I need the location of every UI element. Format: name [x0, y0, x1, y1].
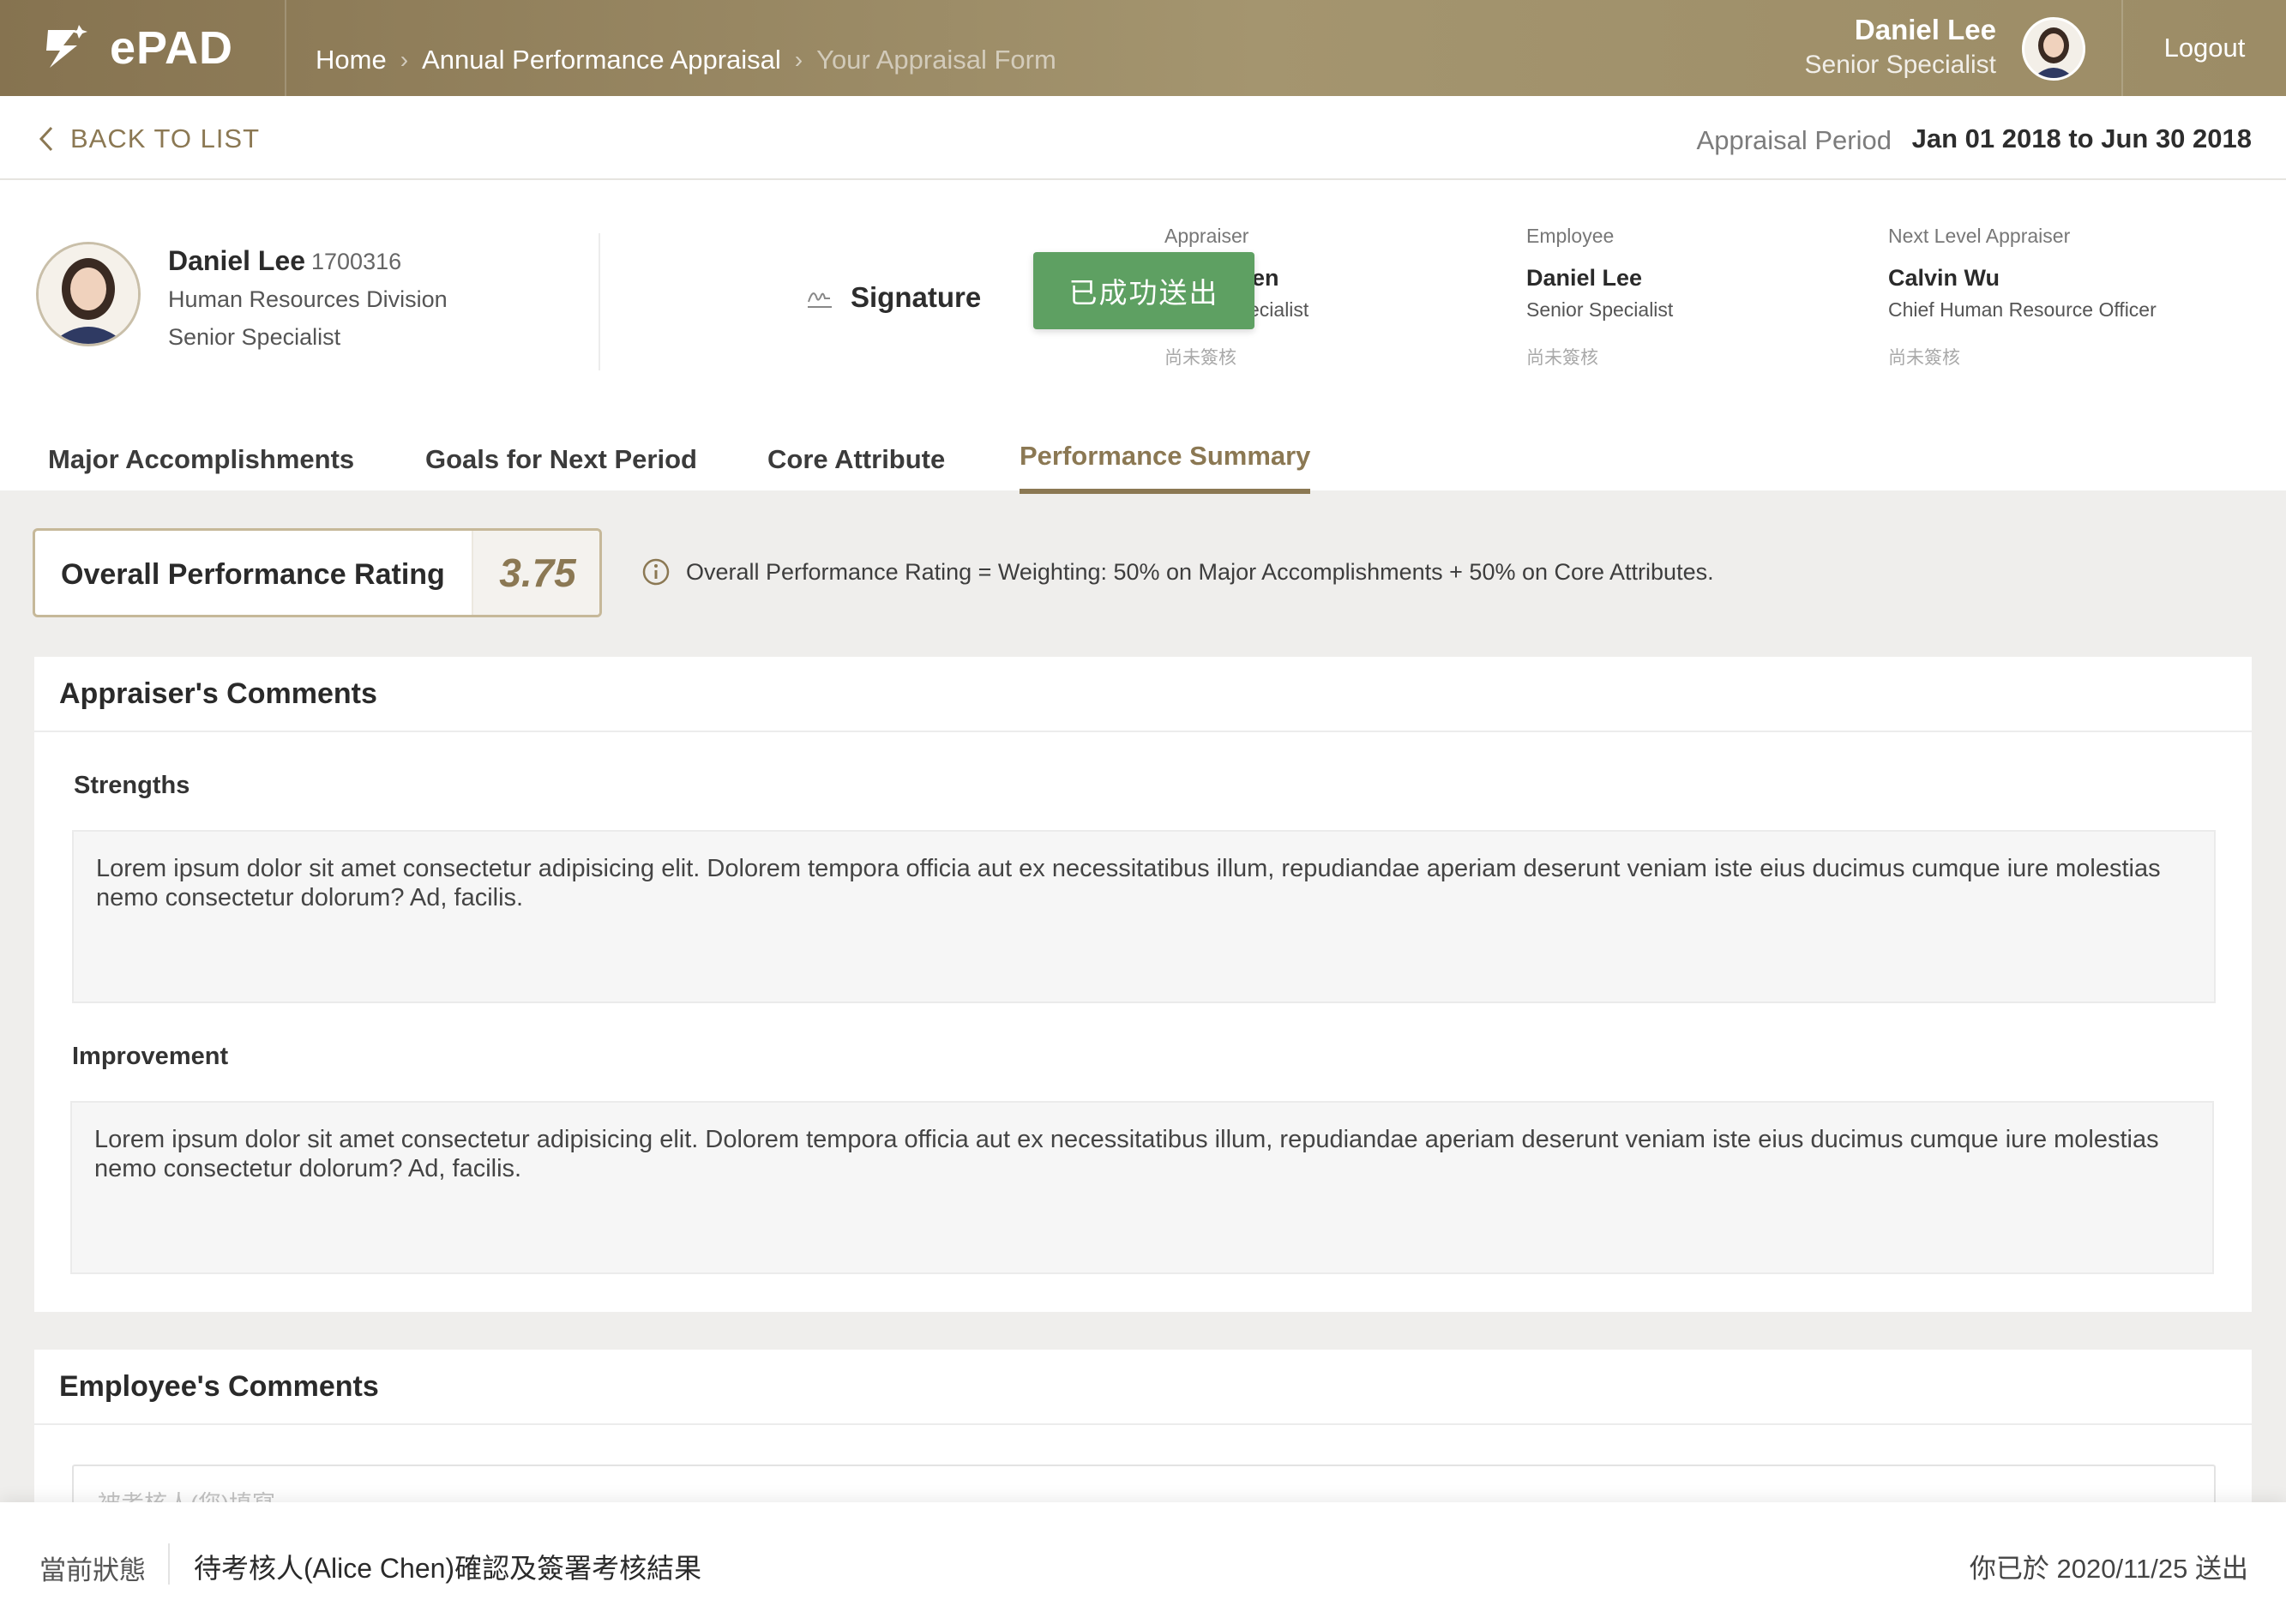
- appraisal-period-label: Appraisal Period: [1696, 125, 1892, 155]
- signer-title: Senior Specialist: [1526, 298, 1674, 321]
- signer-next-level-appraiser: Next Level Appraiser Calvin Wu Chief Hum…: [1888, 225, 2157, 370]
- signer-name: Daniel Lee: [1526, 265, 1643, 291]
- chevron-right-icon: ›: [400, 46, 409, 73]
- employee-id: 1700316: [311, 249, 402, 274]
- breadcrumb-current: Your Appraisal Form: [816, 45, 1056, 75]
- rating-formula-note: Overall Performance Rating = Weighting: …: [641, 557, 1714, 586]
- employee-division: Human Resources Division: [168, 286, 448, 312]
- appraiser-comments-card: Appraiser's Comments Strengths Lorem ips…: [34, 657, 2252, 1312]
- tab-core-attribute[interactable]: Core Attribute: [767, 434, 945, 496]
- tab-major-accomplishments[interactable]: Major Accomplishments: [48, 434, 354, 496]
- user-info: Daniel Lee Senior Specialist: [1805, 12, 1996, 82]
- user-name: Daniel Lee: [1854, 14, 1996, 45]
- signer-status: 尚未簽核: [1888, 348, 1960, 368]
- brand[interactable]: ePAD: [0, 0, 286, 96]
- submitted-date: 你已於 2020/11/25 送出: [1969, 1554, 2248, 1584]
- employee-title: Senior Specialist: [168, 324, 341, 350]
- tab-goals-next-period[interactable]: Goals for Next Period: [425, 434, 697, 496]
- employee-name: Daniel Lee: [168, 245, 306, 276]
- signer-status: 尚未簽核: [1526, 348, 1598, 368]
- info-icon: [642, 558, 670, 586]
- status-text: 待考核人(Alice Chen)確認及簽署考核結果: [194, 1553, 702, 1584]
- employee-comments-title: Employee's Comments: [34, 1350, 2252, 1425]
- divider: [599, 233, 600, 370]
- logout-label: Logout: [2163, 33, 2246, 63]
- back-to-list-label: BACK TO LIST: [70, 123, 261, 153]
- top-nav-bar: ePAD Home › Annual Performance Appraisal…: [0, 0, 2286, 96]
- signer-employee: Employee Daniel Lee Senior Specialist 尚未…: [1526, 225, 1673, 370]
- signer-name: Calvin Wu: [1888, 265, 2000, 291]
- divider: [168, 1543, 170, 1585]
- breadcrumb-home[interactable]: Home: [316, 45, 387, 75]
- overall-rating-card: Overall Performance Rating 3.75: [33, 528, 602, 617]
- appraiser-comments-title: Appraiser's Comments: [34, 657, 2252, 732]
- back-to-list-link[interactable]: BACK TO LIST: [38, 123, 260, 154]
- signature-heading: Signature: [806, 281, 981, 314]
- profile-section: Daniel Lee 1700316 Human Resources Divis…: [0, 180, 2286, 494]
- signer-role: Appraiser: [1164, 225, 1249, 247]
- signer-title: Chief Human Resource Officer: [1888, 298, 2157, 321]
- logout-button[interactable]: Logout: [2121, 0, 2286, 96]
- signer-role: Next Level Appraiser: [1888, 225, 2071, 247]
- employee-comments-card: Employee's Comments 被考核人(您)填寫: [34, 1350, 2252, 1559]
- user-title: Senior Specialist: [1804, 51, 1996, 79]
- signer-role: Employee: [1526, 225, 1615, 247]
- avatar[interactable]: [2022, 17, 2085, 81]
- signature-label: Signature: [851, 281, 982, 313]
- logo-bolt-icon: [46, 25, 87, 68]
- breadcrumb: Home › Annual Performance Appraisal › Yo…: [316, 45, 1056, 75]
- overall-rating-value: 3.75: [499, 550, 576, 595]
- overall-rating-value-box: 3.75: [472, 531, 599, 615]
- improvement-label: Improvement: [72, 1043, 229, 1070]
- improvement-text: Lorem ipsum dolor sit amet consectetur a…: [70, 1101, 2214, 1274]
- appraisal-period-value: Jan 01 2018 to Jun 30 2018: [1911, 123, 2252, 153]
- chevron-right-icon: ›: [794, 46, 803, 73]
- strengths-text: Lorem ipsum dolor sit amet consectetur a…: [72, 830, 2216, 1003]
- employee-avatar: [36, 242, 141, 346]
- status-label: 當前狀態: [39, 1555, 146, 1585]
- sub-header: BACK TO LIST Appraisal Period Jan 01 201…: [0, 96, 2286, 180]
- signature-icon: [808, 292, 832, 308]
- rating-formula-text: Overall Performance Rating = Weighting: …: [686, 558, 1714, 585]
- breadcrumb-appraisal[interactable]: Annual Performance Appraisal: [422, 45, 781, 75]
- overall-rating-label: Overall Performance Rating: [61, 558, 445, 591]
- strengths-label: Strengths: [74, 772, 190, 799]
- tab-performance-summary[interactable]: Performance Summary: [1020, 432, 1311, 494]
- chevron-left-icon: [39, 126, 53, 152]
- success-toast: 已成功送出: [1033, 252, 1254, 329]
- status-bar: 當前狀態 待考核人(Alice Chen)確認及簽署考核結果 你已於 2020/…: [0, 1502, 2286, 1624]
- signer-status: 尚未簽核: [1164, 348, 1236, 368]
- user-avatar-icon: [2024, 20, 2083, 78]
- employee-avatar-icon: [39, 244, 138, 344]
- brand-name: ePAD: [110, 22, 234, 74]
